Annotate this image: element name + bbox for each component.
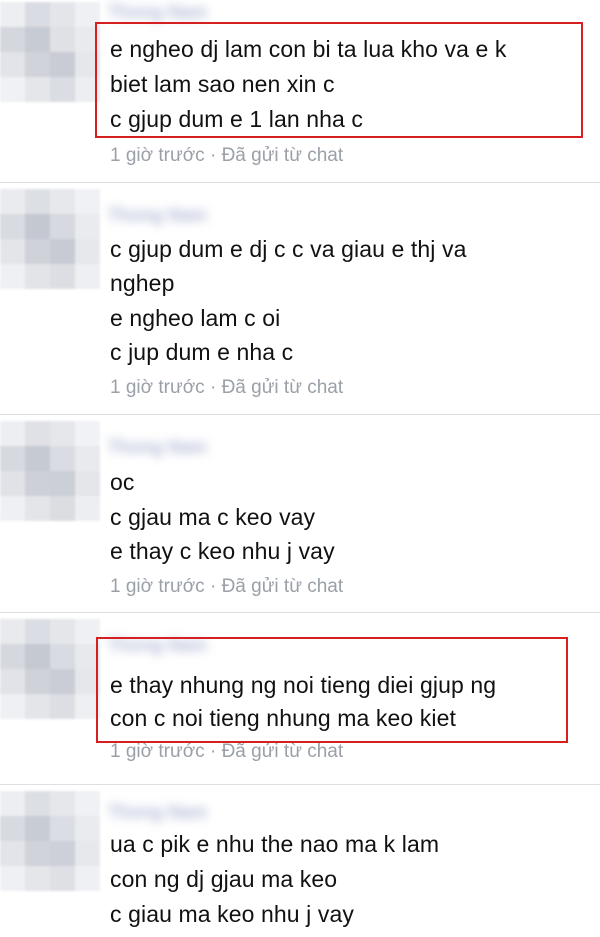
timestamp[interactable]: 1 giờ trước [110, 377, 205, 398]
sent-via: Đã gửi từ chat [221, 145, 344, 166]
message-meta: 1 giờ trước · Đã gửi từ chat [110, 741, 343, 763]
chat-message: Thong Nam c gjup dum e dj c c va giau e … [0, 183, 600, 413]
sender-name[interactable]: Thong Nam [108, 205, 207, 227]
sent-via: Đã gửi từ chat [221, 741, 344, 762]
sender-name[interactable]: Thong Nam [108, 802, 207, 824]
sent-via: Đã gửi từ chat [221, 576, 344, 597]
timestamp[interactable]: 1 giờ trước [110, 145, 205, 166]
sent-via: Đã gửi từ chat [221, 377, 344, 398]
message-line: c jup dum e nha c [110, 339, 294, 365]
avatar[interactable] [0, 791, 100, 891]
message-line: c gjau ma c keo vay [110, 504, 316, 530]
meta-separator: · [204, 145, 222, 166]
message-meta: 1 giờ trước · Đã gửi từ chat [110, 145, 343, 167]
avatar[interactable] [0, 421, 100, 521]
message-line: e ngheo lam c oi [110, 305, 281, 331]
meta-separator: · [204, 377, 222, 398]
timestamp[interactable]: 1 giờ trước [110, 576, 205, 597]
avatar[interactable] [0, 189, 100, 289]
message-line: oc [110, 469, 135, 495]
avatar[interactable] [0, 619, 100, 719]
message-meta: 1 giờ trước · Đã gửi từ chat [110, 377, 343, 399]
meta-separator: · [204, 576, 222, 597]
avatar[interactable] [0, 2, 100, 102]
sender-name[interactable]: Thong Nam [108, 2, 207, 24]
meta-separator: · [204, 741, 222, 762]
message-meta: 1 giờ trước · Đã gửi từ chat [110, 576, 343, 598]
message-line: e thay c keo nhu j vay [110, 538, 335, 564]
timestamp[interactable]: 1 giờ trước [110, 741, 205, 762]
message-line: c giau ma keo nhu j vay [110, 901, 354, 927]
message-line: nghep [110, 270, 175, 296]
highlight-box [96, 637, 568, 743]
message-line: ua c pik e nhu the nao ma k lam [110, 831, 440, 857]
sender-name[interactable]: Thong Nam [108, 437, 207, 459]
chat-message: Thong Nam ua c pik e nhu the nao ma k la… [0, 785, 600, 937]
message-line: con ng dj gjau ma keo [110, 866, 338, 892]
message-line: c gjup dum e dj c c va giau e thj va [110, 236, 467, 262]
chat-message: Thong Nam oc c gjau ma c keo vay e thay … [0, 415, 600, 611]
highlight-box [95, 22, 583, 138]
